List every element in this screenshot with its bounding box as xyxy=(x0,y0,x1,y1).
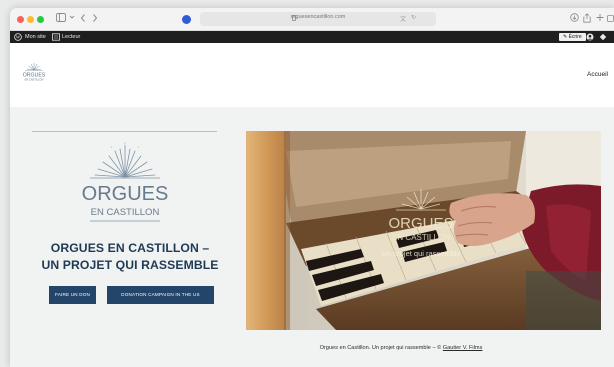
hero-divider xyxy=(32,131,217,132)
hero-photo: ORGUES EN CASTILLON Un projet qui rassem… xyxy=(246,131,601,330)
hero-title: ORGUES EN CASTILLON – UN PROJET QUI RASS… xyxy=(30,240,230,274)
hero-title-line1: ORGUES EN CASTILLON – xyxy=(50,241,210,255)
site-header: ORGUES EN CASTILLON Accueil xyxy=(10,43,614,107)
avatar[interactable] xyxy=(586,33,594,43)
sidebar-icon[interactable] xyxy=(56,13,66,26)
browser-toolbar: orguesencastillon.com 文 ↻ xyxy=(10,8,614,31)
minimize-window-button[interactable] xyxy=(27,16,34,23)
download-icon[interactable] xyxy=(570,13,579,26)
bell-icon[interactable] xyxy=(599,33,607,43)
close-window-button[interactable] xyxy=(17,16,24,23)
browser-window: orguesencastillon.com 文 ↻ W Mon site Lec… xyxy=(10,8,614,367)
hero-logo: ORGUES EN CASTILLON xyxy=(82,141,169,222)
hero-title-line2: UN PROJET QUI RASSEMBLE xyxy=(41,258,219,272)
chevron-down-icon[interactable] xyxy=(69,12,75,26)
hero-logo-line1: ORGUES xyxy=(82,183,169,205)
hero-section: ORGUES EN CASTILLON ORGUES EN CASTILLON … xyxy=(10,107,614,367)
reader-icon[interactable] xyxy=(52,33,60,43)
tabs-icon[interactable] xyxy=(607,13,614,26)
chevron-left-icon[interactable] xyxy=(80,13,86,27)
caption-text: Orgues en Castillon. Un projet qui rasse… xyxy=(319,345,443,351)
maximize-window-button[interactable] xyxy=(37,16,44,23)
wordpress-icon[interactable]: W xyxy=(14,33,22,43)
donate-button[interactable]: FAIRE UN DON xyxy=(49,286,96,304)
chevron-right-icon[interactable] xyxy=(92,13,98,27)
write-label: Écrire xyxy=(568,34,582,40)
reader-link[interactable]: Lecteur xyxy=(62,34,80,40)
translate-icon[interactable]: 文 xyxy=(400,14,406,23)
reload-icon[interactable]: ↻ xyxy=(411,14,416,21)
plus-icon[interactable] xyxy=(596,13,604,26)
small-logo-line2: EN CASTILLON xyxy=(25,78,44,82)
address-bar[interactable]: orguesencastillon.com 文 ↻ xyxy=(200,12,436,26)
write-button[interactable]: ✎ Écrire xyxy=(559,33,586,41)
hero-logo-line2: EN CASTILLON xyxy=(91,207,160,218)
photo-overlay-line1: ORGUES xyxy=(388,215,453,232)
us-donation-campaign-button[interactable]: DONATION CAMPAIGN IN THE US xyxy=(107,286,214,304)
photo-caption: Orgues en Castillon. Un projet qui rasse… xyxy=(246,345,556,351)
photo-overlay-line2: EN CASTILLON xyxy=(392,233,450,242)
site-logo[interactable]: ORGUES EN CASTILLON xyxy=(22,60,46,84)
svg-text:W: W xyxy=(16,35,21,40)
admin-bar: W Mon site Lecteur ✎ Écrire xyxy=(10,31,614,43)
nav-home-link[interactable]: Accueil xyxy=(587,71,608,78)
my-site-link[interactable]: Mon site xyxy=(25,34,46,40)
share-icon[interactable] xyxy=(583,13,591,27)
caption-credit-link[interactable]: Gautier V. Films xyxy=(443,345,483,351)
shield-icon[interactable] xyxy=(182,15,191,24)
photo-overlay-tagline: Un projet qui rassemble xyxy=(381,249,460,258)
